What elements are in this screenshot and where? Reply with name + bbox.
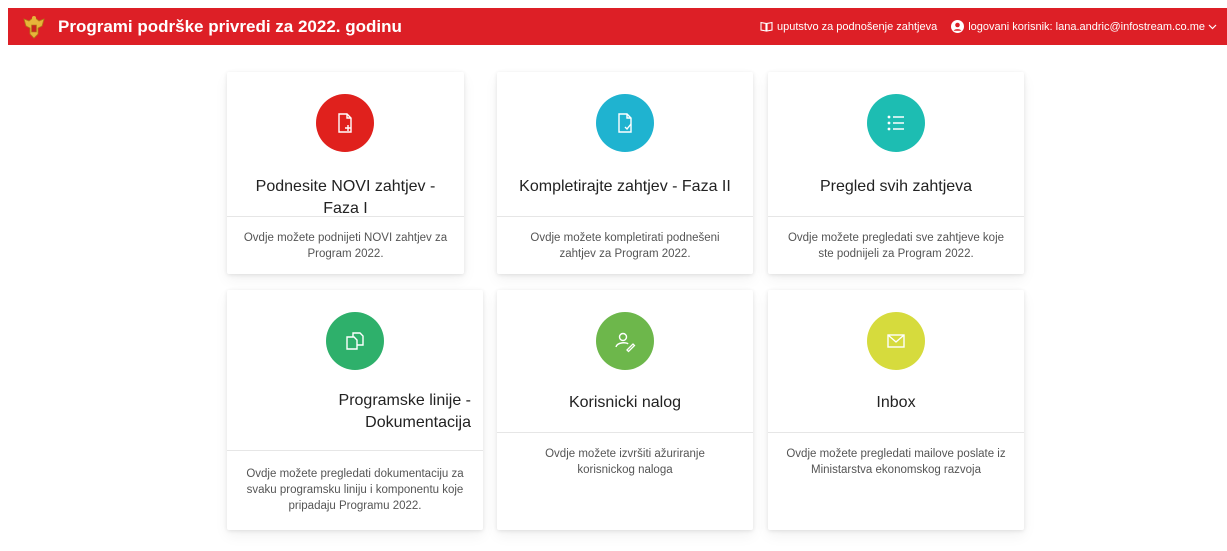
card-divider [768,216,1024,217]
guide-link[interactable]: uputstvo za podnošenje zahtjeva [760,21,937,33]
all-requests-icon-circle [867,94,925,152]
mail-icon [887,334,905,348]
chevron-down-icon [1208,24,1217,29]
card-title: Korisnicki nalog [568,394,682,411]
new-request-icon-circle [316,94,374,152]
list-icon [887,115,904,131]
user-account-icon-circle [596,312,654,370]
top-bar: Programi podrške privredi za 2022. godin… [8,8,1227,45]
card-divider [768,432,1024,433]
coat-of-arms-logo [20,13,48,41]
app-title: Programi podrške privredi za 2022. godin… [58,16,402,36]
card-title: Programske linije - Dokumentacija [338,392,471,431]
user-menu[interactable]: logovani korisnik: lana.andric@infostrea… [951,20,1221,33]
complete-request-icon-circle [596,94,654,152]
card-title: Kompletirajte zahtjev - Faza II [519,178,731,195]
card-divider [497,216,753,217]
card-inbox[interactable]: Inbox Ovdje možete pregledati mailove po… [768,290,1024,530]
card-user-account[interactable]: Korisnicki nalog Ovdje možete izvršiti a… [497,290,753,530]
inbox-icon-circle [867,312,925,370]
copy-documents-icon [346,332,364,350]
user-edit-icon [615,332,636,353]
card-description: Ovdje možete podnijeti NOVI zahtjev za P… [243,232,448,260]
card-divider [227,216,464,217]
card-description: Ovdje možete pregledati dokumentaciju za… [246,468,464,512]
card-description: Ovdje možete pregledati mailove poslate … [786,448,1006,476]
card-description: Ovdje možete izvršiti ažuriranje korisni… [545,448,705,476]
file-check-icon [618,113,632,133]
card-program-lines[interactable]: Programske linije - Dokumentacija Ovdje … [227,290,483,530]
file-add-icon [338,113,352,133]
user-label: logovani korisnik: lana.andric@infostrea… [968,20,1205,33]
card-title: Pregled svih zahtjeva [819,178,973,195]
card-new-request[interactable]: Podnesite NOVI zahtjev - Faza I Ovdje mo… [227,72,464,274]
book-icon [760,21,773,32]
card-title: Inbox [876,394,916,411]
card-complete-request[interactable]: Kompletirajte zahtjev - Faza II Ovdje mo… [497,72,753,274]
card-divider [497,432,753,433]
card-divider [227,450,483,451]
user-icon [951,20,965,33]
guide-link-label: uputstvo za podnošenje zahtjeva [776,20,938,33]
card-description: Ovdje možete kompletirati podnešeni zaht… [530,232,720,260]
program-lines-icon-circle [326,312,384,370]
card-description: Ovdje možete pregledati sve zahtjeve koj… [787,232,1005,260]
card-all-requests[interactable]: Pregled svih zahtjeva Ovdje možete pregl… [768,72,1024,274]
card-title: Podnesite NOVI zahtjev - Faza I [255,178,436,217]
